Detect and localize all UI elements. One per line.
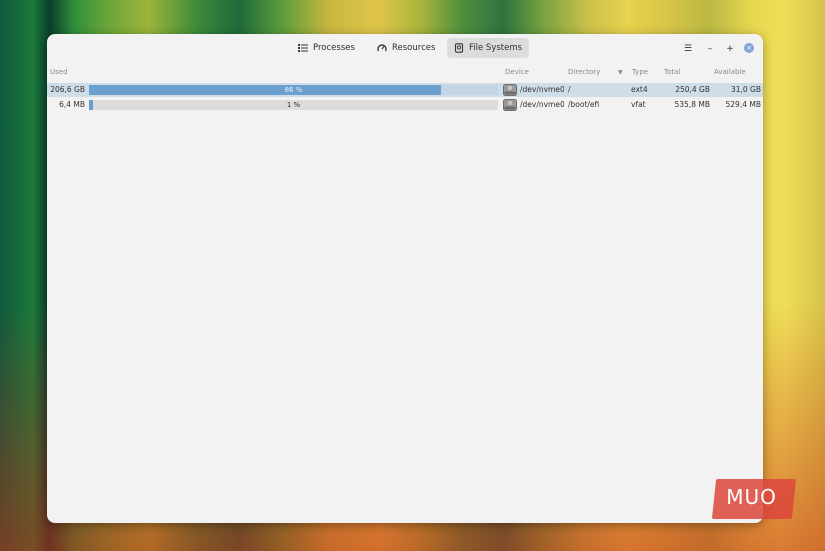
usage-bar: 1 % — [89, 100, 498, 110]
minimize-icon: – — [707, 44, 713, 54]
tab-processes-label: Processes — [313, 43, 355, 53]
tab-resources[interactable]: Resources — [370, 38, 442, 58]
usage-percent: 86 % — [284, 86, 303, 94]
available-value: 31,0 GB — [730, 85, 761, 94]
tab-file-systems-label: File Systems — [469, 43, 523, 53]
watermark-text: MUO — [726, 485, 777, 509]
gauge-icon — [377, 44, 387, 52]
list-icon — [298, 44, 308, 52]
available-value: 529,4 MB — [725, 100, 761, 109]
column-header-available[interactable]: Available — [714, 68, 746, 76]
hamburger-icon: ☰ — [683, 44, 693, 54]
hard-disk-icon — [503, 99, 517, 111]
tab-processes[interactable]: Processes — [291, 38, 362, 58]
used-value: 206,6 GB — [50, 85, 85, 94]
column-header-used[interactable]: Used — [50, 68, 68, 76]
type-value: vfat — [631, 100, 646, 109]
usage-bar: 86 % — [89, 85, 498, 95]
directory-value: /boot/efi — [568, 100, 600, 109]
sort-descending-icon[interactable]: ▼ — [618, 69, 623, 76]
column-header-total[interactable]: Total — [664, 68, 680, 76]
tab-file-systems[interactable]: File Systems — [447, 38, 530, 58]
total-value: 250,4 GB — [675, 85, 710, 94]
close-button[interactable]: × — [744, 43, 754, 53]
device-value: /dev/nvme0 — [520, 85, 564, 94]
tab-resources-label: Resources — [392, 43, 436, 53]
device-value: /dev/nvme0 — [520, 100, 564, 109]
total-value: 535,8 MB — [674, 100, 710, 109]
hard-disk-icon — [503, 84, 517, 96]
system-monitor-window: Processes Resources File Systems ☰ – + ×… — [47, 34, 763, 523]
disk-icon — [454, 43, 464, 53]
minimize-button[interactable]: – — [704, 43, 716, 55]
column-header-type[interactable]: Type — [632, 68, 648, 76]
main-menu-button[interactable]: ☰ — [682, 43, 694, 55]
header-bar: Processes Resources File Systems ☰ – + × — [47, 34, 763, 63]
close-icon: × — [746, 44, 752, 52]
maximize-icon: + — [726, 44, 734, 54]
directory-value: / — [568, 85, 571, 94]
column-header-directory[interactable]: Directory — [568, 68, 600, 76]
type-value: ext4 — [631, 85, 648, 94]
table-row[interactable]: 6,4 MB 1 % /dev/nvme0/boot/efi vfat 535,8 MB… — [47, 98, 763, 112]
maximize-button[interactable]: + — [724, 43, 736, 55]
used-value: 6,4 MB — [59, 100, 85, 109]
table-row[interactable]: 206,6 GB 86 % /dev/nvme0 / ext4 250,4 GB 31,0 … — [47, 83, 763, 97]
muo-watermark-logo: MUO — [711, 479, 797, 519]
usage-percent: 1 % — [286, 101, 301, 109]
column-header-device[interactable]: Device — [505, 68, 529, 76]
